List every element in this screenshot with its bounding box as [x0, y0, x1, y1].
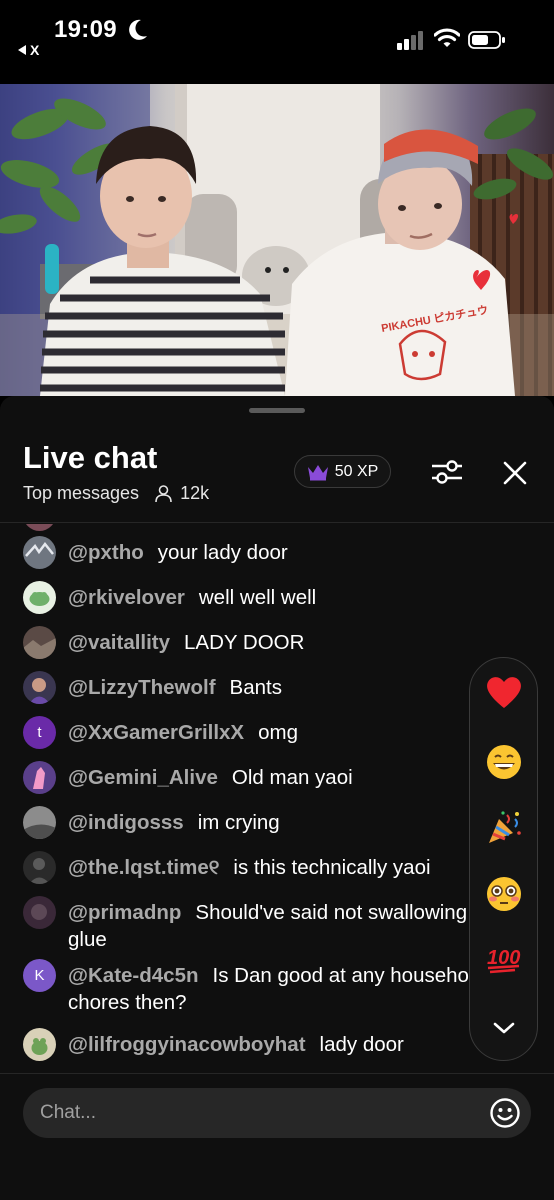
- grin-face-icon: [486, 745, 521, 779]
- wifi-icon: [434, 28, 460, 47]
- heart-reaction-button[interactable]: [484, 672, 524, 712]
- chat-subheader: Top messages 12k: [23, 483, 209, 504]
- filter-settings-icon[interactable]: [430, 456, 464, 488]
- avatar: K: [23, 959, 56, 992]
- avatar: [23, 896, 56, 929]
- chat-input[interactable]: [23, 1088, 531, 1138]
- avatar: [23, 851, 56, 884]
- message-text: im crying: [197, 811, 280, 834]
- chat-input-bar: [0, 1073, 554, 1200]
- hundred-points-icon: 100: [487, 947, 520, 974]
- message-username[interactable]: @pxtho: [68, 541, 144, 564]
- avatar: [23, 524, 56, 531]
- message-text: lady door: [319, 1033, 404, 1056]
- back-arrow-icon: [18, 45, 26, 55]
- avatar: [23, 626, 56, 659]
- crown-icon: [307, 464, 328, 480]
- cellular-signal-icon: [397, 31, 423, 50]
- drag-handle[interactable]: [249, 408, 305, 413]
- avatar: [23, 671, 56, 704]
- person-icon: [155, 484, 172, 502]
- heart-icon: [486, 677, 521, 708]
- message-username[interactable]: @lilfroggyinacowboyhat: [68, 1033, 306, 1056]
- avatar: [23, 1028, 56, 1061]
- avatar: [23, 581, 56, 614]
- party-reaction-button[interactable]: [484, 808, 524, 848]
- clock: 19:09: [54, 16, 117, 43]
- grin-reaction-button[interactable]: [484, 742, 524, 782]
- message-username[interactable]: @vaitallity: [68, 631, 170, 654]
- back-to-app-button[interactable]: X: [18, 42, 39, 58]
- message-username[interactable]: @rkivelover: [68, 586, 185, 609]
- message-text: omg: [258, 721, 298, 744]
- message-username[interactable]: @Gemini_Alive: [68, 766, 218, 789]
- flushed-face-icon: [486, 877, 521, 911]
- hundred-reaction-button[interactable]: 100: [484, 938, 524, 978]
- moon-icon: [129, 19, 147, 40]
- avatar: [23, 536, 56, 569]
- chevron-down-icon: [493, 1022, 514, 1034]
- video-frame: PIKACHU ピカチュウ: [0, 84, 554, 396]
- flushed-reaction-button[interactable]: [484, 874, 524, 914]
- message-username[interactable]: @indigosss: [68, 811, 184, 834]
- xp-badge[interactable]: 50 XP: [294, 455, 391, 488]
- viewer-count-value: 12k: [180, 483, 210, 503]
- xp-label: 50 XP: [334, 462, 379, 480]
- status-bar: 19:09 X: [0, 0, 554, 84]
- back-app-label: X: [30, 42, 40, 58]
- chat-title: Live chat: [23, 440, 158, 475]
- avatar: [23, 761, 56, 794]
- viewer-count: 12k: [155, 483, 209, 504]
- message-username[interactable]: @XxGamerGrillxX: [68, 721, 244, 744]
- reaction-bar: 100: [469, 657, 538, 1061]
- message-username[interactable]: @LizzyThewolf: [68, 676, 216, 699]
- message-username[interactable]: @the.lqst.time୧: [68, 856, 219, 879]
- battery-icon: [468, 31, 505, 49]
- sort-mode-button[interactable]: Top messages: [23, 483, 139, 504]
- message-text: well well well: [198, 586, 317, 609]
- message-text: Bants: [229, 676, 282, 699]
- message-text: is this technically yaoi: [233, 856, 431, 879]
- party-popper-icon: [488, 811, 521, 843]
- avatar: t: [23, 716, 56, 749]
- header-divider: [0, 522, 554, 523]
- avatar: [23, 806, 56, 839]
- message-text: LADY DOOR: [184, 631, 305, 654]
- live-video-player[interactable]: PIKACHU ピカチュウ: [0, 84, 554, 396]
- emoji-picker-icon[interactable]: [489, 1097, 521, 1129]
- close-icon[interactable]: [500, 458, 530, 488]
- collapse-reactions-button[interactable]: [484, 1008, 524, 1048]
- message-text: your lady door: [157, 541, 288, 564]
- message-username[interactable]: @Kate-d4c5n: [68, 964, 199, 987]
- message-text: Old man yaoi: [231, 766, 353, 789]
- message-username[interactable]: @primadnp: [68, 901, 181, 924]
